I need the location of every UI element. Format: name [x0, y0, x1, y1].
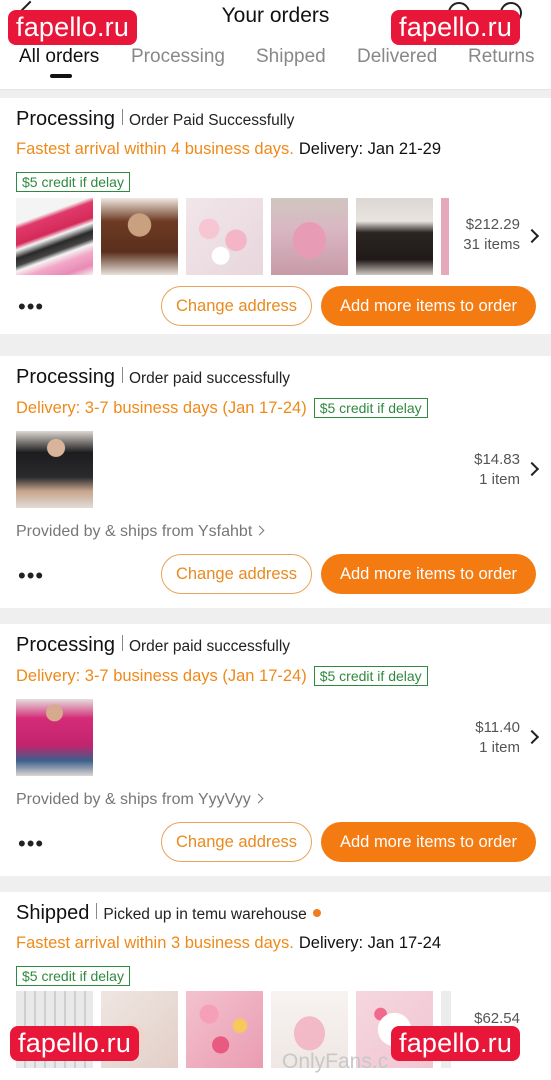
product-image[interactable]	[441, 198, 449, 275]
delivery-info: Delivery: 3-7 business days (Jan 17-24) …	[16, 398, 428, 418]
watermark-footer-text: OnlyFans.c	[282, 1050, 389, 1073]
delay-credit-badge: $5 credit if delay	[313, 398, 428, 418]
product-image[interactable]	[271, 198, 348, 275]
seller-link[interactable]: Provided by & ships from YyyVyy	[16, 791, 264, 809]
change-address-button[interactable]: Change address	[161, 822, 312, 862]
product-image[interactable]	[186, 198, 263, 275]
chevron-right-icon[interactable]	[524, 461, 540, 477]
product-image[interactable]	[101, 198, 178, 275]
tab-processing[interactable]: Processing	[131, 46, 225, 68]
order-status-line: Processing Order paid successfully	[16, 634, 290, 657]
delay-credit-badge: $5 credit if delay	[16, 172, 130, 192]
delivery-highlight: Delivery: 3-7 business days (Jan 17-24)	[16, 398, 307, 417]
item-count: 1 item	[479, 739, 520, 756]
order-total: $62.54	[474, 1010, 520, 1027]
orders-page: Your orders All orders Processing Shippe…	[0, 0, 551, 1080]
tab-shipped[interactable]: Shipped	[256, 46, 326, 68]
tab-all-orders[interactable]: All orders	[19, 46, 99, 68]
more-options-icon[interactable]: •••	[18, 296, 44, 318]
order-status: Shipped	[16, 902, 90, 924]
order-card: Processing Order paid successfully Deliv…	[0, 356, 551, 608]
add-more-items-button[interactable]: Add more items to order	[321, 286, 536, 326]
order-status-note: Order paid successfully	[128, 370, 291, 387]
delivery-info: Delivery: 3-7 business days (Jan 17-24) …	[16, 666, 428, 686]
divider	[121, 367, 123, 383]
chevron-right-icon	[254, 525, 265, 536]
change-address-button[interactable]: Change address	[161, 554, 312, 594]
order-card: Processing Order Paid Successfully Faste…	[0, 98, 551, 334]
divider	[121, 635, 123, 651]
order-status-line: Processing Order Paid Successfully	[16, 108, 294, 131]
item-thumbnails[interactable]	[16, 699, 101, 776]
order-status-note: Picked up in temu warehouse	[103, 906, 307, 923]
order-status-line: Processing Order paid successfully	[16, 366, 290, 389]
tab-delivered[interactable]: Delivered	[357, 46, 437, 68]
delivery-highlight: Delivery: 3-7 business days (Jan 17-24)	[16, 666, 307, 685]
chevron-right-icon[interactable]	[524, 228, 540, 244]
add-more-items-button[interactable]: Add more items to order	[321, 822, 536, 862]
delivery-info: Fastest arrival within 4 business days. …	[16, 140, 441, 159]
product-image[interactable]	[16, 431, 93, 508]
watermark-logo: fapello.ru	[391, 10, 521, 45]
order-price: $62.54	[474, 1010, 520, 1027]
order-card: Processing Order paid successfully Deliv…	[0, 624, 551, 876]
product-image[interactable]	[186, 991, 263, 1068]
order-status: Processing	[16, 366, 115, 388]
delay-credit-badge: $5 credit if delay	[16, 966, 130, 986]
product-image[interactable]	[16, 198, 93, 275]
delivery-info: Fastest arrival within 3 business days. …	[16, 934, 441, 953]
order-price: $14.83	[474, 451, 520, 468]
order-status: Processing	[16, 108, 115, 130]
active-tab-indicator	[50, 74, 72, 78]
chevron-right-icon	[253, 793, 264, 804]
delivery-highlight: Fastest arrival within 4 business days.	[16, 140, 294, 158]
order-total: $11.40 1 item	[475, 719, 520, 756]
delivery-date: Delivery: Jan 21-29	[298, 140, 442, 158]
more-options-icon[interactable]: •••	[18, 565, 44, 587]
order-status-line: Shipped Picked up in temu warehouse	[16, 902, 321, 925]
watermark-logo: fapello.ru	[10, 1026, 140, 1061]
divider	[96, 903, 98, 919]
order-total: $14.83 1 item	[474, 451, 520, 488]
order-tabs: All orders Processing Shipped Delivered …	[0, 44, 551, 84]
item-thumbnails[interactable]	[16, 431, 101, 508]
item-count: 1 item	[479, 471, 520, 488]
watermark-logo: fapello.ru	[8, 10, 138, 45]
order-price: $11.40	[475, 719, 520, 736]
watermark-logo: fapello.ru	[391, 1026, 521, 1061]
more-options-icon[interactable]: •••	[18, 833, 44, 855]
delivery-highlight: Fastest arrival within 3 business days.	[16, 934, 294, 952]
seller-link[interactable]: Provided by & ships from Ysfahbt	[16, 523, 265, 541]
item-thumbnails[interactable]	[16, 198, 457, 275]
order-total: $212.29 31 items	[463, 216, 520, 253]
delivery-date: Delivery: Jan 17-24	[298, 934, 442, 952]
notification-dot-icon	[312, 909, 321, 917]
seller-text: Provided by & ships from YyyVyy	[16, 791, 251, 808]
product-image[interactable]	[356, 198, 433, 275]
chevron-right-icon[interactable]	[524, 729, 540, 745]
change-address-button[interactable]: Change address	[161, 286, 312, 326]
item-count: 31 items	[463, 236, 520, 253]
order-status: Processing	[16, 634, 115, 656]
seller-text: Provided by & ships from Ysfahbt	[16, 523, 253, 540]
add-more-items-button[interactable]: Add more items to order	[321, 554, 536, 594]
delay-credit-badge: $5 credit if delay	[313, 666, 428, 686]
product-image[interactable]	[16, 699, 93, 776]
divider	[121, 109, 123, 125]
order-status-note: Order paid successfully	[128, 638, 291, 655]
order-status-note: Order Paid Successfully	[128, 112, 295, 129]
tab-returns[interactable]: Returns	[468, 46, 535, 68]
order-price: $212.29	[465, 216, 520, 233]
